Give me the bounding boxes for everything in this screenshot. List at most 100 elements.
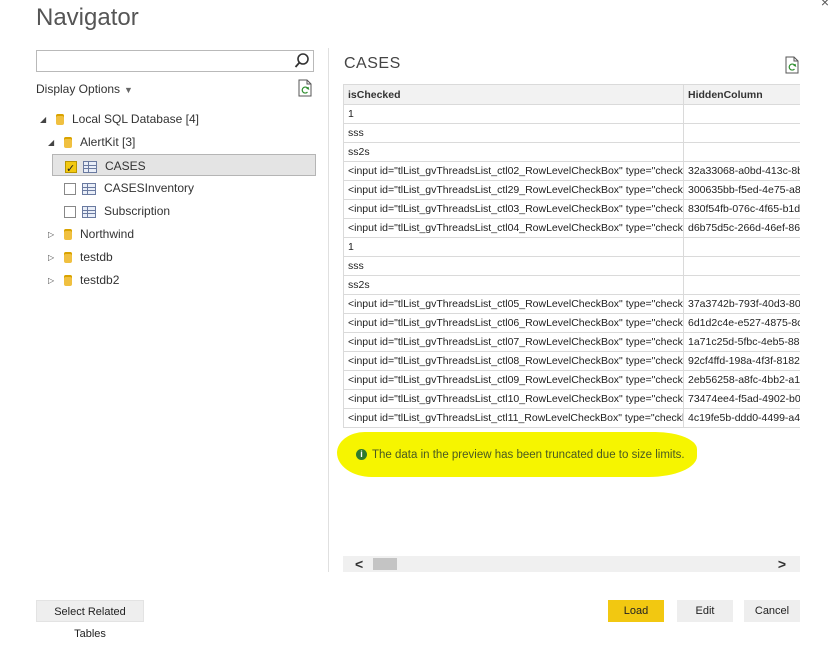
search-icon[interactable] bbox=[293, 52, 311, 70]
table-cell[interactable]: 6d1d2c4e-e527-4875-8cb bbox=[683, 313, 800, 333]
scrollbar-thumb[interactable] bbox=[373, 558, 397, 570]
scroll-left-icon[interactable]: < bbox=[355, 556, 363, 572]
collapse-arrow-icon[interactable]: ◢ bbox=[40, 109, 52, 131]
pane-divider bbox=[328, 48, 329, 572]
table-cell[interactable]: 37a3742b-793f-40d3-80e bbox=[683, 294, 800, 314]
tree-item[interactable]: CASES bbox=[52, 154, 316, 180]
table-cell[interactable]: 830f54fb-076c-4f65-b1d5 bbox=[683, 199, 800, 219]
database-icon bbox=[64, 137, 72, 149]
table-cell[interactable] bbox=[683, 123, 800, 143]
preview-grid[interactable]: isChecked HiddenColumn 1 sss ss2s <input id… bbox=[343, 84, 800, 435]
expand-arrow-icon[interactable]: ▷ bbox=[48, 224, 60, 246]
table-row: sss bbox=[343, 123, 800, 143]
table-cell[interactable] bbox=[683, 104, 800, 124]
tree-item-label: CASESInventory bbox=[104, 181, 195, 195]
table-row: 1 bbox=[343, 104, 800, 124]
tree-item[interactable]: ▷ testdb bbox=[36, 246, 316, 268]
table-icon bbox=[82, 182, 96, 195]
table-cell[interactable]: <input id="tlList_gvThreadsList_ctl07_Ro… bbox=[343, 332, 684, 352]
table-cell[interactable]: <input id="tlList_gvThreadsList_ctl06_Ro… bbox=[343, 313, 684, 333]
table-cell[interactable]: sss bbox=[343, 256, 684, 276]
select-related-tables-button[interactable]: Select Related Tables bbox=[36, 600, 144, 640]
tree-item-label: Northwind bbox=[80, 227, 135, 241]
table-cell[interactable] bbox=[683, 275, 800, 295]
table-cell[interactable]: <input id="tlList_gvThreadsList_ctl04_Ro… bbox=[343, 218, 684, 238]
tree-item[interactable]: Subscription bbox=[36, 200, 316, 222]
horizontal-scrollbar[interactable]: < > bbox=[343, 556, 800, 572]
tree-item[interactable]: ◢ Local SQL Database [4] bbox=[36, 108, 316, 130]
tree-item[interactable]: ◢ AlertKit [3] bbox=[36, 131, 316, 153]
tree-item-label: CASES bbox=[105, 159, 146, 173]
table-icon bbox=[82, 205, 96, 218]
table-checkbox[interactable] bbox=[65, 158, 77, 180]
table-cell[interactable]: <input id="tlList_gvThreadsList_ctl10_Ro… bbox=[343, 389, 684, 409]
table-cell[interactable] bbox=[683, 142, 800, 162]
table-row: 1 bbox=[343, 237, 800, 257]
table-cell[interactable]: <input id="tlList_gvThreadsList_ctl09_Ro… bbox=[343, 370, 684, 390]
tree-item-label: testdb bbox=[80, 250, 113, 264]
table-cell[interactable]: <input id="tlList_gvThreadsList_ctl08_Ro… bbox=[343, 351, 684, 371]
tree-item[interactable]: ▷ testdb2 bbox=[36, 269, 316, 291]
tree-item-label: AlertKit [3] bbox=[80, 135, 136, 149]
table-cell[interactable]: <input id="tlList_gvThreadsList_ctl02_Ro… bbox=[343, 161, 684, 181]
refresh-icon[interactable] bbox=[784, 56, 800, 74]
table-cell[interactable]: 1a71c25d-5fbc-4eb5-889 bbox=[683, 332, 800, 352]
table-cell[interactable]: d6b75d5c-266d-46ef-869 bbox=[683, 218, 800, 238]
table-checkbox[interactable] bbox=[64, 182, 76, 195]
truncation-notice-text: The data in the preview has been truncat… bbox=[372, 449, 685, 461]
table-row: <input id="tlList_gvThreadsList_ctl10_Ro… bbox=[343, 389, 800, 409]
close-icon[interactable]: × bbox=[821, 0, 829, 10]
tree-item-label: Subscription bbox=[104, 204, 171, 218]
table-row: <input id="tlList_gvThreadsList_ctl09_Ro… bbox=[343, 370, 800, 390]
table-row: <input id="tlList_gvThreadsList_ctl11_Ro… bbox=[343, 408, 800, 428]
database-icon bbox=[64, 229, 72, 241]
load-button[interactable]: Load bbox=[608, 600, 664, 622]
expand-arrow-icon[interactable]: ▷ bbox=[48, 247, 60, 269]
table-cell[interactable]: 300635bb-f5ed-4e75-a8e bbox=[683, 180, 800, 200]
table-row: sss bbox=[343, 256, 800, 276]
table-cell[interactable]: 1 bbox=[343, 237, 684, 257]
table-cell[interactable]: <input id="tlList_gvThreadsList_ctl11_Ro… bbox=[343, 408, 684, 428]
tree-item-label: Local SQL Database [4] bbox=[72, 112, 199, 126]
column-header[interactable]: HiddenColumn bbox=[683, 84, 800, 105]
table-cell[interactable]: ss2s bbox=[343, 275, 684, 295]
display-options-dropdown[interactable]: Display Options ▼ bbox=[36, 82, 133, 96]
tree-item[interactable]: CASESInventory bbox=[36, 177, 316, 199]
preview-title: CASES bbox=[344, 55, 401, 72]
table-row: ss2s bbox=[343, 275, 800, 295]
table-cell[interactable]: sss bbox=[343, 123, 684, 143]
cancel-button[interactable]: Cancel bbox=[744, 600, 800, 622]
display-options-label: Display Options bbox=[36, 82, 121, 96]
table-row: <input id="tlList_gvThreadsList_ctl03_Ro… bbox=[343, 199, 800, 219]
window-title: Navigator bbox=[36, 4, 139, 31]
table-checkbox[interactable] bbox=[64, 205, 76, 218]
table-cell[interactable]: 1 bbox=[343, 104, 684, 124]
database-icon bbox=[56, 114, 64, 126]
table-cell[interactable] bbox=[683, 237, 800, 257]
table-cell[interactable]: ss2s bbox=[343, 142, 684, 162]
refresh-icon[interactable] bbox=[297, 79, 313, 97]
table-row: <input id="tlList_gvThreadsList_ctl05_Ro… bbox=[343, 294, 800, 314]
table-row: <input id="tlList_gvThreadsList_ctl07_Ro… bbox=[343, 332, 800, 352]
table-cell[interactable]: 32a33068-a0bd-413c-8bb bbox=[683, 161, 800, 181]
table-cell[interactable]: <input id="tlList_gvThreadsList_ctl29_Ro… bbox=[343, 180, 684, 200]
table-cell[interactable]: 73474ee4-f5ad-4902-b03 bbox=[683, 389, 800, 409]
database-icon bbox=[64, 252, 72, 264]
expand-arrow-icon[interactable]: ▷ bbox=[48, 270, 60, 292]
table-cell[interactable]: <input id="tlList_gvThreadsList_ctl03_Ro… bbox=[343, 199, 684, 219]
collapse-arrow-icon[interactable]: ◢ bbox=[48, 132, 60, 154]
table-row: <input id="tlList_gvThreadsList_ctl08_Ro… bbox=[343, 351, 800, 371]
table-cell[interactable]: 92cf4ffd-198a-4f3f-8182- bbox=[683, 351, 800, 371]
scroll-right-icon[interactable]: > bbox=[778, 556, 786, 572]
database-icon bbox=[64, 275, 72, 287]
truncation-notice: i The data in the preview has been trunca… bbox=[356, 449, 685, 461]
edit-button[interactable]: Edit bbox=[677, 600, 733, 622]
table-cell[interactable]: 4c19fe5b-ddd0-4499-a44 bbox=[683, 408, 800, 428]
table-cell[interactable]: 2eb56258-a8fc-4bb2-a13 bbox=[683, 370, 800, 390]
search-input[interactable] bbox=[36, 50, 314, 72]
table-row: ss2s bbox=[343, 142, 800, 162]
tree-item[interactable]: ▷ Northwind bbox=[36, 223, 316, 245]
column-header[interactable]: isChecked bbox=[343, 84, 684, 105]
table-cell[interactable] bbox=[683, 256, 800, 276]
table-cell[interactable]: <input id="tlList_gvThreadsList_ctl05_Ro… bbox=[343, 294, 684, 314]
